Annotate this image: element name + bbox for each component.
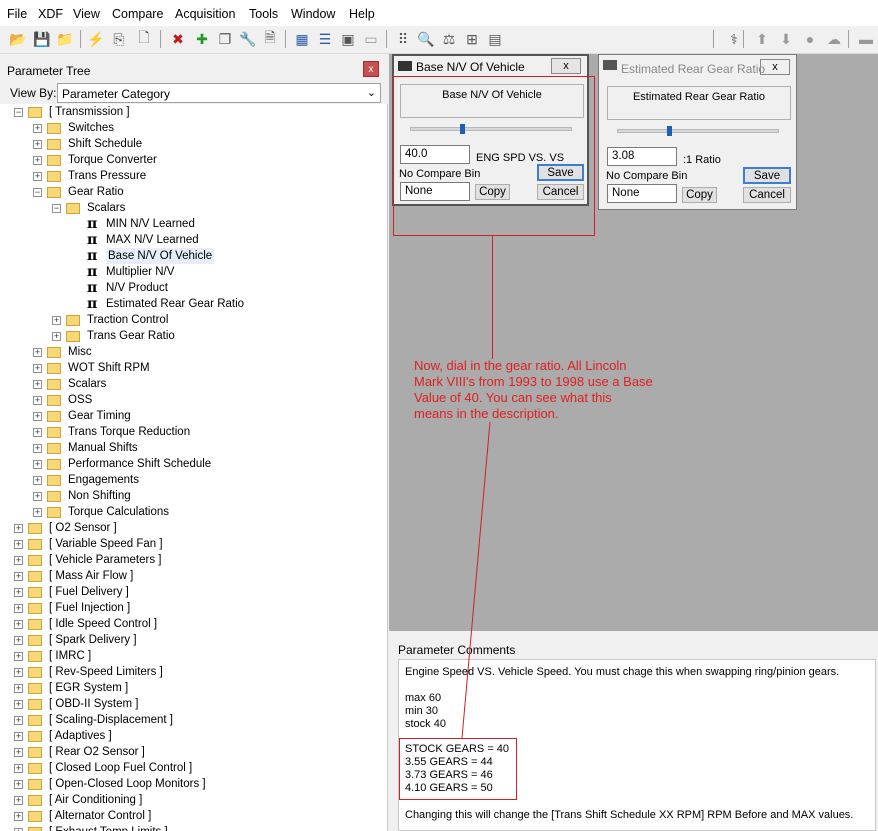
- annotation-connector: [461, 421, 491, 739]
- annotation-line: [461, 421, 491, 739]
